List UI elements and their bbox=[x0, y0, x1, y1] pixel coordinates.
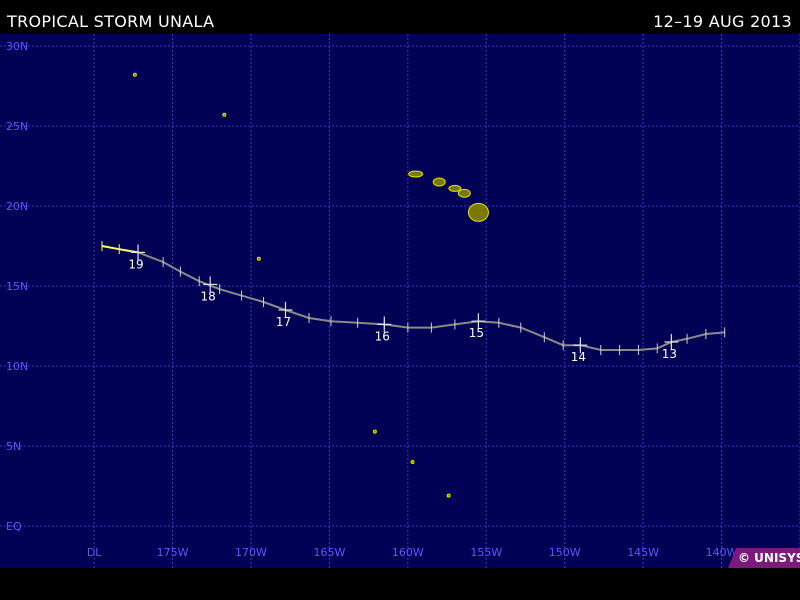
island-maui bbox=[457, 188, 471, 198]
lat-label: 20N bbox=[6, 200, 28, 213]
island-niihau-kauai bbox=[408, 170, 424, 178]
lat-label: 25N bbox=[6, 120, 28, 133]
island-oahu bbox=[432, 177, 446, 187]
unisys-logo[interactable]: © UNISYS bbox=[728, 548, 800, 568]
day-label: 19 bbox=[128, 257, 143, 271]
island-palmyra bbox=[372, 429, 377, 434]
lon-label: 170W bbox=[235, 546, 267, 559]
island-kiritimati bbox=[446, 493, 451, 498]
header-bar: TROPICAL STORM UNALA 12–19 AUG 2013 bbox=[0, 0, 800, 34]
island-kingman-reef bbox=[410, 460, 415, 464]
track-map[interactable]: 13 14 15 16 17 18 19 30N 25N 20N 15N 10N 5N EQ DL 175W… bbox=[0, 34, 800, 568]
lat-label: 5N bbox=[6, 440, 21, 453]
day-label: 16 bbox=[375, 329, 390, 343]
footer-bar bbox=[0, 568, 800, 600]
day-label: 18 bbox=[201, 289, 216, 303]
island-necker bbox=[222, 112, 227, 117]
lon-label: 155W bbox=[470, 546, 502, 559]
island-hawaii bbox=[467, 202, 489, 222]
day-label: 15 bbox=[469, 326, 484, 340]
lat-label: EQ bbox=[6, 520, 22, 533]
ocean-background bbox=[0, 34, 800, 568]
day-label: 14 bbox=[571, 350, 586, 364]
lon-label: 165W bbox=[313, 546, 345, 559]
lat-label: 30N bbox=[6, 40, 28, 53]
lon-label: 175W bbox=[157, 546, 189, 559]
day-label: 13 bbox=[662, 347, 677, 361]
storm-title: TROPICAL STORM UNALA bbox=[7, 12, 215, 31]
date-range: 12–19 AUG 2013 bbox=[653, 12, 792, 31]
island-johnston-atoll bbox=[256, 256, 261, 261]
lon-label: DL bbox=[87, 546, 102, 559]
lon-label: 150W bbox=[549, 546, 581, 559]
logo-text: © UNISYS bbox=[738, 551, 800, 565]
lon-label: 160W bbox=[392, 546, 424, 559]
island-midway-area bbox=[132, 72, 137, 77]
day-label: 17 bbox=[276, 315, 291, 329]
lon-label: 145W bbox=[627, 546, 659, 559]
lat-label: 15N bbox=[6, 280, 28, 293]
lat-label: 10N bbox=[6, 360, 28, 373]
